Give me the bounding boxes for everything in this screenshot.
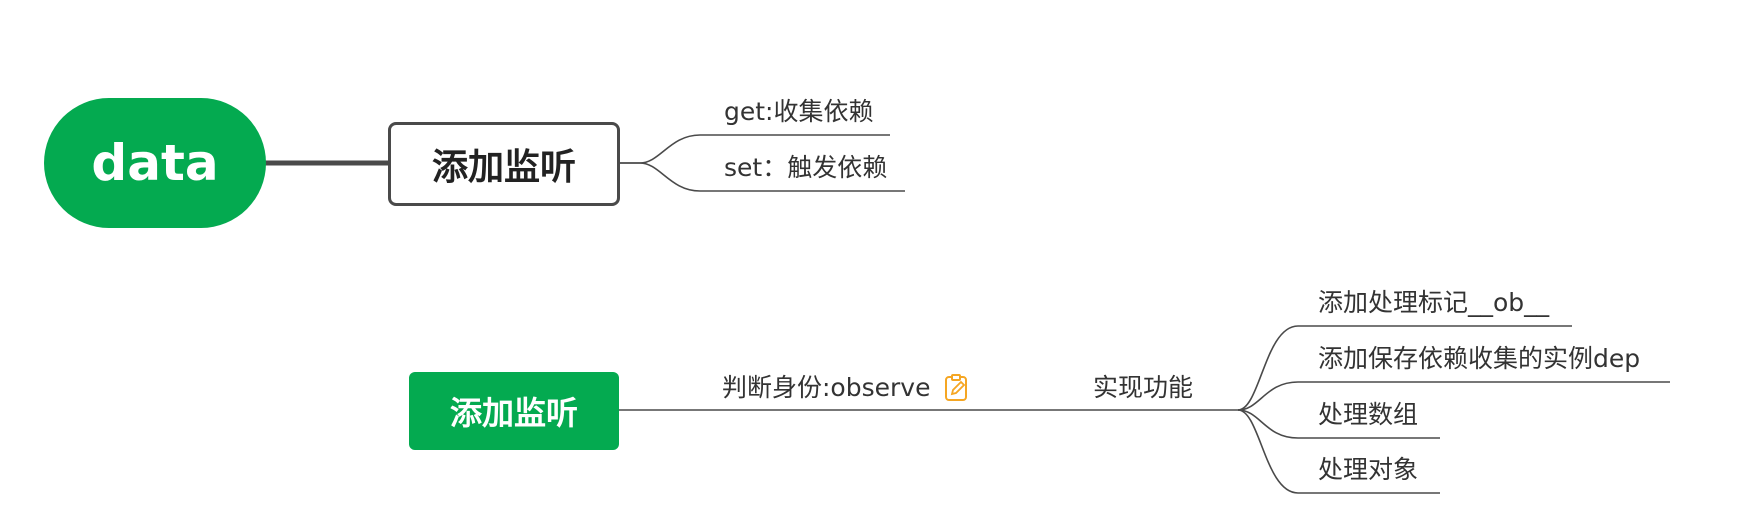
root-node-data[interactable]: data [44, 98, 266, 228]
branch-node-add-listener[interactable]: 添加监听 [388, 122, 620, 206]
leaf-add-dep-instance[interactable]: 添加保存依赖收集的实例dep [1318, 344, 1640, 374]
leaf-add-ob-marker[interactable]: 添加处理标记__ob__ [1318, 288, 1549, 318]
step-check-identity-observe[interactable]: 判断身份:observe [722, 373, 930, 403]
leaf-handle-object[interactable]: 处理对象 [1318, 455, 1418, 485]
leaf-get-collect-deps[interactable]: get:收集依赖 [724, 97, 873, 127]
root-node-add-listener[interactable]: 添加监听 [409, 372, 619, 450]
leaf-handle-array[interactable]: 处理数组 [1318, 400, 1418, 430]
note-edit-icon[interactable] [944, 374, 970, 402]
leaf-set-trigger-deps[interactable]: set：触发依赖 [724, 153, 887, 183]
connector-lines [265, 134, 1670, 494]
step-implement-functions[interactable]: 实现功能 [1093, 373, 1193, 403]
